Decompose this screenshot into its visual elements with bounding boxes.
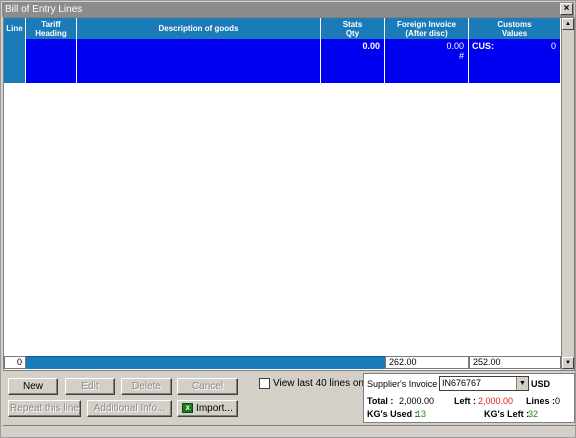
lines-value: 0 <box>555 396 561 406</box>
kg-left-value: 32 <box>528 409 539 419</box>
column-header-description[interactable]: Description of goods <box>77 18 321 39</box>
lines-grid: Line Tariff Heading Description of goods… <box>3 17 575 371</box>
currency-label: USD <box>531 379 551 389</box>
import-button[interactable]: x Import... <box>177 400 238 417</box>
supplier-invoice-value: IN676767 <box>442 378 482 388</box>
summary-panel: Supplier's Invoice : IN676767 ▼ USD Tota… <box>363 373 575 423</box>
row-foreign-cell[interactable]: 0.00 # <box>385 39 469 83</box>
scroll-down-icon[interactable]: ▼ <box>562 357 574 369</box>
status-bar <box>3 425 575 437</box>
chevron-down-icon[interactable]: ▼ <box>516 377 528 390</box>
view-last-40-checkbox[interactable] <box>259 378 270 389</box>
delete-button[interactable]: Delete <box>121 378 172 395</box>
row-description-cell[interactable] <box>77 39 321 83</box>
edit-button[interactable]: Edit <box>65 378 115 395</box>
column-header-stats-qty[interactable]: Stats Qty <box>321 18 385 39</box>
excel-icon: x <box>182 403 194 414</box>
scroll-up-icon[interactable]: ▲ <box>562 18 574 30</box>
repeat-line-button[interactable]: Repeat this line <box>8 400 81 417</box>
view-last-40-label[interactable]: View last 40 lines only <box>273 378 371 389</box>
left-value: 2,000.00 <box>478 396 514 406</box>
totals-line: 0 <box>4 356 26 369</box>
column-header-tariff[interactable]: Tariff Heading <box>26 18 77 39</box>
supplier-invoice-label: Supplier's Invoice : <box>367 379 443 389</box>
row-foreign-sub: # <box>458 51 464 61</box>
window-title-text: Bill of Entry Lines <box>5 4 83 15</box>
row-customs-value: 0 <box>550 41 556 51</box>
supplier-invoice-select[interactable]: IN676767 ▼ <box>439 376 529 391</box>
lines-label: Lines : <box>526 396 556 406</box>
cancel-button[interactable]: Cancel <box>177 378 238 395</box>
row-customs-cell[interactable]: CUS: 0 <box>469 39 561 83</box>
bill-of-entry-lines-window: Bill of Entry Lines × Line Tariff Headin… <box>0 0 576 438</box>
row-line-cell[interactable] <box>4 39 26 83</box>
row-tariff-cell[interactable] <box>26 39 77 83</box>
row-foreign-value: 0.00 <box>446 41 464 51</box>
vertical-scrollbar[interactable]: ▲ ▼ <box>561 18 574 370</box>
total-value: 2,000.00 <box>399 396 435 406</box>
close-icon[interactable]: × <box>560 3 573 15</box>
kg-used-value: 13 <box>416 409 427 419</box>
row-cus-label: CUS: <box>472 41 494 51</box>
window-title: Bill of Entry Lines × <box>2 2 574 17</box>
column-header-foreign-invoice[interactable]: Foreign Invoice (After disc) <box>385 18 469 39</box>
row-qty-cell[interactable]: 0.00 <box>321 39 385 83</box>
totals-customs: 252.00 <box>469 356 561 369</box>
totals-foreign: 262.00 <box>385 356 469 369</box>
kg-used-label: KG's Used : <box>367 409 418 419</box>
column-header-line[interactable]: Line <box>4 18 26 39</box>
kg-left-label: KG's Left : <box>484 409 530 419</box>
import-label: Import... <box>196 403 233 414</box>
total-label: Total : <box>367 396 394 406</box>
additional-info-button[interactable]: Additional Info... <box>87 400 172 417</box>
left-label: Left : <box>454 396 476 406</box>
column-header-customs-values[interactable]: Customs Values <box>469 18 561 39</box>
new-button[interactable]: New <box>8 378 58 395</box>
